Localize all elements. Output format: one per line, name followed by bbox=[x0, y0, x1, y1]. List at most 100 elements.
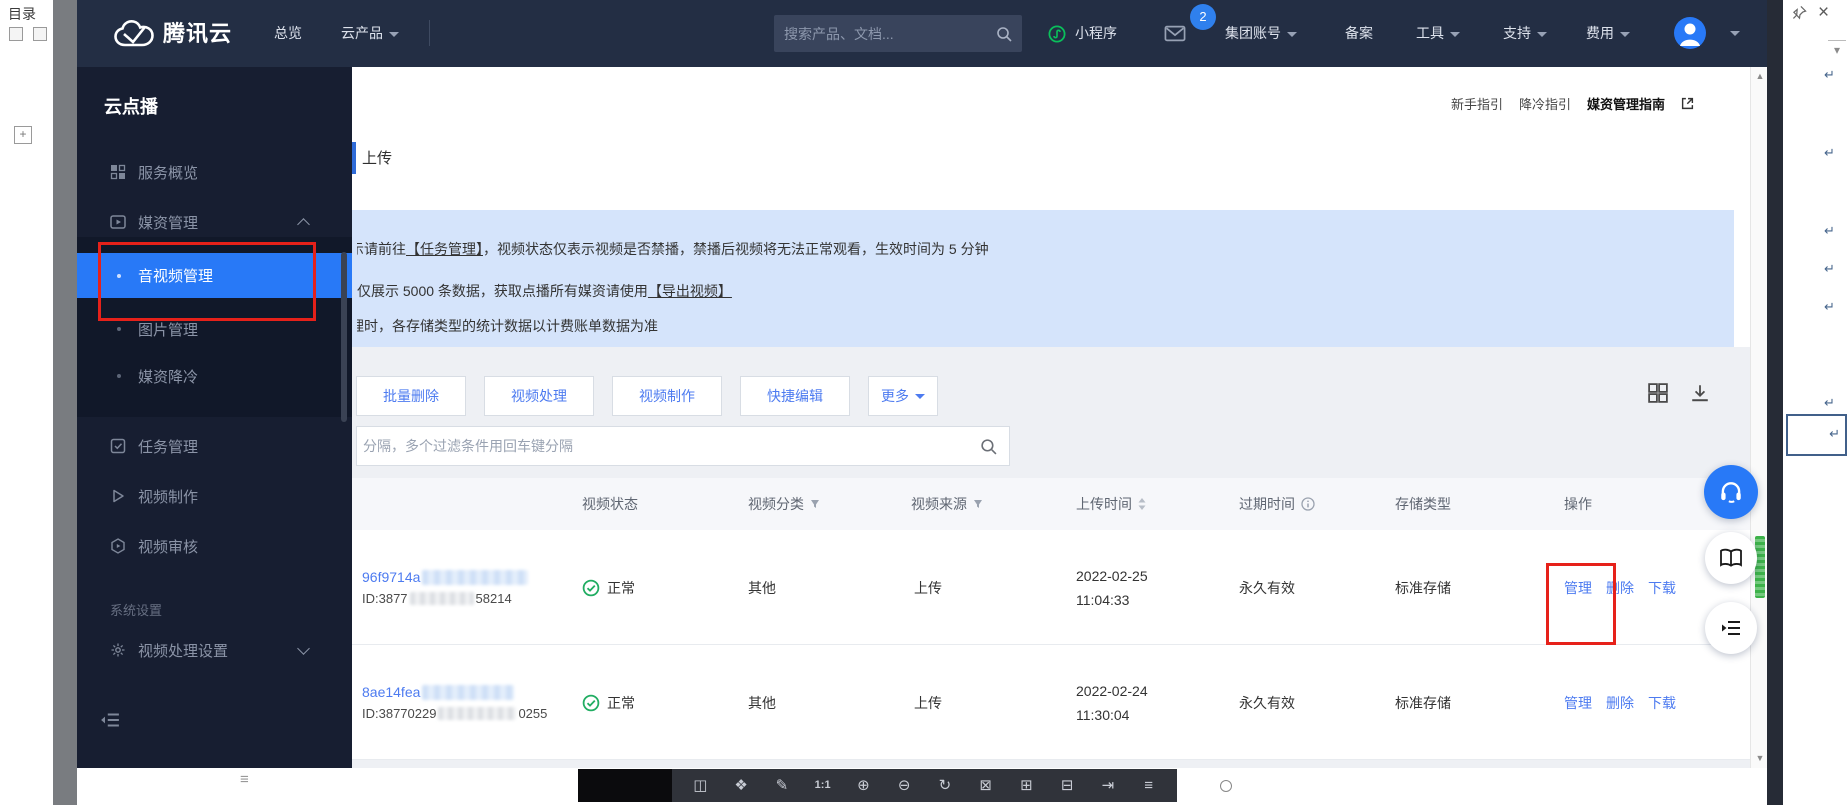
nav-products[interactable]: 云产品 bbox=[341, 0, 399, 67]
link-task-management[interactable]: 【任务管理】 bbox=[406, 241, 483, 257]
nav-miniprogram[interactable]: 小程序 bbox=[1075, 0, 1117, 67]
feedback-list-button[interactable] bbox=[1705, 602, 1757, 654]
sidebar-item-label: 图片管理 bbox=[138, 319, 198, 340]
move-icon[interactable]: ❖ bbox=[730, 769, 752, 802]
nav-tools[interactable]: 工具 bbox=[1416, 0, 1460, 67]
sidebar-item-service-overview[interactable]: 服务概览 bbox=[77, 150, 352, 194]
source-cell: 上传 bbox=[914, 530, 942, 645]
collapse-sidebar-icon[interactable] bbox=[100, 712, 120, 728]
table-row[interactable]: 96f9714a ID:387758214 正常 其他 上传 2022-02-2… bbox=[352, 530, 1750, 645]
scrollbar-thumb[interactable] bbox=[1755, 536, 1765, 598]
add-box-icon[interactable]: ⊞ bbox=[1015, 769, 1037, 802]
video-name-link[interactable]: 8ae14fea bbox=[362, 684, 420, 700]
remove-box-icon[interactable]: ⊟ bbox=[1056, 769, 1078, 802]
download-list-icon[interactable] bbox=[1690, 383, 1710, 403]
nav-support[interactable]: 支持 bbox=[1503, 0, 1547, 67]
console-window: 腾讯云 总览 云产品 搜索产品、文档... 小程序 2 集团账号 bbox=[77, 0, 1768, 768]
search-icon[interactable] bbox=[996, 26, 1012, 42]
edit-icon[interactable]: ✎ bbox=[771, 769, 793, 802]
nav-beian[interactable]: 备案 bbox=[1345, 0, 1373, 67]
menu-icon[interactable]: ≡ bbox=[1138, 769, 1160, 802]
window-scrollbar[interactable]: ▲ ▼ bbox=[1750, 67, 1768, 768]
image-toolbar: ◫ ❖ ✎ 1:1 ⊕ ⊖ ↻ ⊠ ⊞ ⊟ ⇥ ≡ bbox=[672, 769, 1177, 802]
zoom-out-icon[interactable]: ⊖ bbox=[893, 769, 915, 802]
dropdown-caret-icon[interactable]: ▾ bbox=[1834, 43, 1840, 57]
annotation-red-box bbox=[1546, 563, 1616, 645]
nav-billing[interactable]: 费用 bbox=[1586, 0, 1630, 67]
status-hamburger-icon[interactable]: ≡ bbox=[240, 771, 249, 788]
paragraph-mark: ↵ bbox=[1824, 396, 1835, 409]
video-name-cell: 8ae14fea ID:387702290255 bbox=[362, 645, 547, 760]
filter-funnel-icon[interactable] bbox=[973, 499, 983, 509]
customer-service-button[interactable] bbox=[1704, 465, 1758, 519]
upload-label[interactable]: 上传 bbox=[362, 147, 392, 168]
actual-size-icon[interactable]: 1:1 bbox=[812, 769, 834, 802]
expand-plus-icon[interactable]: + bbox=[14, 126, 32, 144]
table-row[interactable]: 8ae14fea ID:387702290255 正常 其他 上传 2022-0… bbox=[352, 645, 1750, 760]
download-link[interactable]: 下载 bbox=[1648, 693, 1676, 713]
expire-cell: 永久有效 bbox=[1239, 645, 1295, 760]
link-newbie-guide[interactable]: 新手指引 bbox=[1451, 94, 1503, 113]
censored-blur bbox=[410, 592, 474, 605]
rotate-icon[interactable]: ↻ bbox=[934, 769, 956, 802]
global-search-input[interactable]: 搜索产品、文档... bbox=[774, 15, 1022, 52]
zoom-in-icon[interactable]: ⊕ bbox=[852, 769, 874, 802]
chevron-down-icon bbox=[1620, 32, 1630, 37]
bullet-icon bbox=[117, 374, 121, 378]
upload-time-cell: 2022-02-2511:04:33 bbox=[1076, 530, 1148, 645]
headset-icon bbox=[1718, 479, 1744, 505]
filter-search-input[interactable]: 分隔，多个过滤条件用回车键分隔 bbox=[356, 426, 1010, 466]
link-cooling-guide[interactable]: 降冷指引 bbox=[1519, 94, 1571, 113]
close-view-icon[interactable]: ⊠ bbox=[975, 769, 997, 802]
sidebar-item-task-management[interactable]: 任务管理 bbox=[77, 424, 352, 468]
external-link-icon[interactable] bbox=[1681, 97, 1694, 110]
mail-icon[interactable] bbox=[1164, 25, 1186, 42]
account-chevron-down-icon[interactable] bbox=[1730, 31, 1740, 36]
delete-link[interactable]: 删除 bbox=[1606, 693, 1634, 713]
nav-divider bbox=[429, 20, 430, 46]
sort-icon[interactable] bbox=[1138, 498, 1146, 510]
docs-button[interactable] bbox=[1705, 532, 1757, 584]
link-media-manual[interactable]: 媒资管理指南 bbox=[1587, 94, 1665, 113]
censored-blur bbox=[422, 570, 528, 585]
quick-edit-button[interactable]: 快捷编辑 bbox=[740, 376, 850, 416]
sidebar-item-video-review[interactable]: 视频审核 bbox=[77, 524, 352, 568]
grid-view-icon[interactable] bbox=[1648, 383, 1668, 403]
video-process-button[interactable]: 视频处理 bbox=[484, 376, 594, 416]
annotation-red-box bbox=[98, 242, 316, 321]
sidebar-item-video-production[interactable]: 视频制作 bbox=[77, 474, 352, 518]
sidebar-item-media-cooling[interactable]: 媒资降冷 bbox=[77, 354, 352, 398]
close-icon[interactable]: × bbox=[1818, 4, 1829, 22]
upload-button-edge[interactable] bbox=[352, 142, 356, 174]
avatar[interactable] bbox=[1674, 17, 1706, 49]
search-icon[interactable] bbox=[980, 438, 997, 455]
toc-mini-icon[interactable] bbox=[33, 27, 47, 41]
tencent-cloud-logo-icon[interactable] bbox=[112, 18, 156, 50]
outer-divider-strip bbox=[53, 0, 77, 805]
batch-delete-button[interactable]: 批量删除 bbox=[356, 376, 466, 416]
toolbar-dot-icon[interactable] bbox=[1220, 780, 1232, 792]
download-link[interactable]: 下载 bbox=[1648, 578, 1676, 598]
filter-funnel-icon[interactable] bbox=[810, 499, 820, 509]
info-icon[interactable] bbox=[1301, 497, 1315, 511]
fit-view-icon[interactable]: ◫ bbox=[689, 769, 711, 802]
pin-icon[interactable] bbox=[1792, 5, 1807, 20]
link-export-video[interactable]: 【导出视频】 bbox=[648, 283, 732, 299]
nav-overview[interactable]: 总览 bbox=[274, 0, 302, 67]
manage-link[interactable]: 管理 bbox=[1564, 693, 1592, 713]
chevron-down-icon bbox=[1537, 32, 1547, 37]
notification-badge[interactable]: 2 bbox=[1190, 4, 1216, 30]
nav-group-account[interactable]: 集团账号 bbox=[1225, 0, 1297, 67]
video-name-link[interactable]: 96f9714a bbox=[362, 569, 420, 585]
grid-icon bbox=[110, 164, 126, 180]
filter-placeholder: 分隔，多个过滤条件用回车键分隔 bbox=[363, 436, 980, 456]
toc-mini-icon[interactable] bbox=[9, 27, 23, 41]
sidebar-scrollbar-thumb[interactable] bbox=[341, 252, 347, 422]
brand-title[interactable]: 腾讯云 bbox=[163, 0, 232, 67]
video-produce-button[interactable]: 视频制作 bbox=[612, 376, 722, 416]
more-button[interactable]: 更多 bbox=[868, 376, 938, 416]
selected-paragraph-box: ↵ bbox=[1786, 414, 1847, 456]
miniprogram-icon[interactable] bbox=[1048, 25, 1066, 43]
export-icon[interactable]: ⇥ bbox=[1097, 769, 1119, 802]
sidebar-item-processing-settings[interactable]: 视频处理设置 bbox=[77, 628, 352, 672]
